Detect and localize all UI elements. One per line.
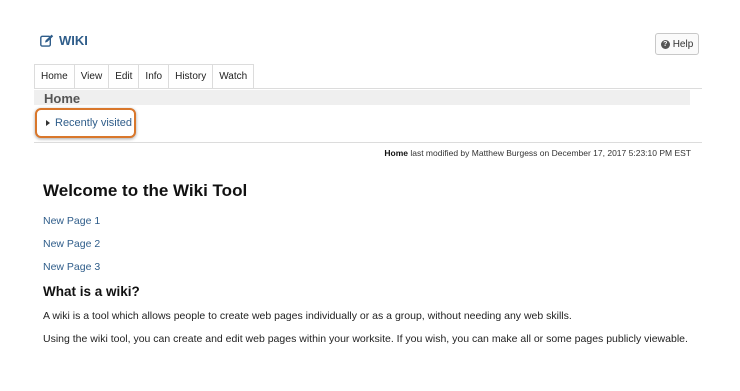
page-heading-bar	[34, 90, 690, 105]
modified-page-name: Home	[384, 148, 408, 158]
edit-icon	[40, 34, 54, 47]
content-paragraph: Using the wiki tool, you can create and …	[43, 333, 688, 345]
wiki-content: Welcome to the Wiki Tool New Page 1 New …	[43, 180, 703, 356]
tool-title-text: WIKI	[59, 33, 88, 48]
help-button[interactable]: ? Help	[655, 33, 699, 55]
wiki-link-new-page-3[interactable]: New Page 3	[43, 261, 703, 273]
tab-edit[interactable]: Edit	[108, 64, 140, 88]
tab-watch[interactable]: Watch	[212, 64, 255, 88]
tab-history[interactable]: History	[168, 64, 214, 88]
modified-text: last modified by Matthew Burgess on Dece…	[407, 148, 691, 158]
recently-visited-label: Recently visited	[55, 117, 133, 129]
help-button-label: Help	[672, 38, 694, 50]
content-paragraph: A wiki is a tool which allows people to …	[43, 310, 572, 322]
tool-title: WIKI	[40, 33, 88, 48]
tab-home[interactable]: Home	[34, 64, 75, 88]
content-title: Welcome to the Wiki Tool	[43, 181, 248, 200]
page-title: Home	[44, 91, 81, 106]
wiki-link-new-page-1[interactable]: New Page 1	[43, 215, 703, 227]
divider	[34, 142, 702, 143]
last-modified-info: Home last modified by Matthew Burgess on…	[384, 148, 691, 158]
recently-visited-toggle[interactable]: Recently visited	[35, 108, 136, 138]
question-circle-icon: ?	[660, 39, 670, 49]
tab-info[interactable]: Info	[138, 64, 170, 88]
wiki-link-new-page-2[interactable]: New Page 2	[43, 238, 703, 250]
tool-tabs: Home View Edit Info History Watch	[34, 64, 702, 89]
tab-view[interactable]: View	[73, 64, 110, 88]
content-subtitle: What is a wiki?	[43, 284, 140, 299]
caret-right-icon	[46, 120, 50, 126]
